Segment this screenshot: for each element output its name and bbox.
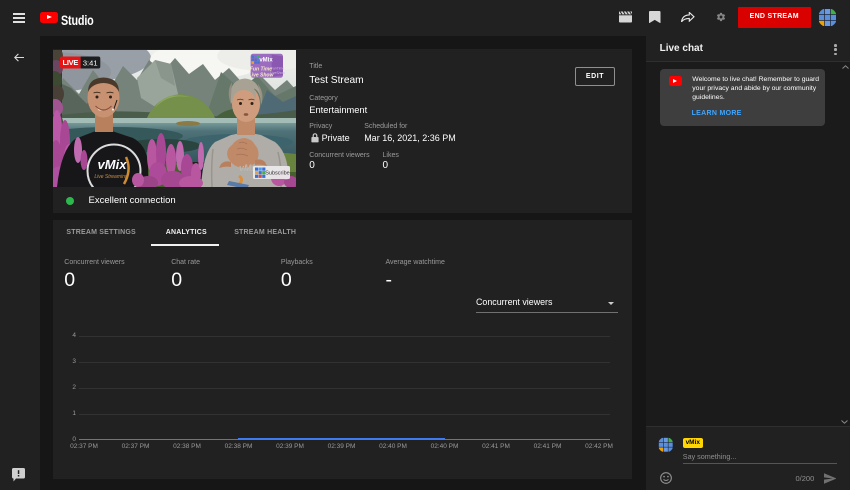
svg-text:LiveShow: LiveShow [270, 71, 285, 75]
svg-text:vMix: vMix [259, 58, 273, 64]
svg-text:Live Streaming: Live Streaming [94, 174, 128, 180]
svg-text:LIVE: LIVE [63, 58, 79, 67]
svg-text:3:41: 3:41 [83, 58, 98, 67]
svg-text:FunTime: FunTime [271, 67, 284, 71]
svg-text:Subscribe: Subscribe [265, 171, 289, 177]
svg-text:vMix: vMix [98, 157, 128, 172]
